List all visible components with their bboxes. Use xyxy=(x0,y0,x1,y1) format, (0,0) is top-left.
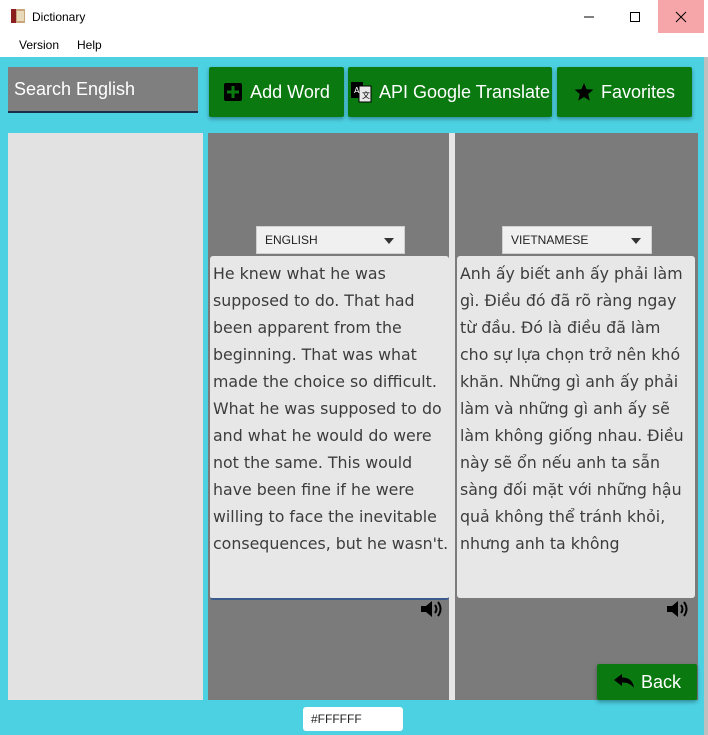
minimize-icon xyxy=(584,16,594,17)
chevron-down-icon xyxy=(384,238,394,244)
favorites-label: Favorites xyxy=(600,81,676,102)
add-word-button[interactable]: Add Word xyxy=(209,67,344,117)
menu-help[interactable]: Help xyxy=(77,38,102,52)
back-label: Back xyxy=(640,671,682,692)
star-icon xyxy=(574,83,594,101)
close-button[interactable] xyxy=(658,0,704,33)
speaker-icon xyxy=(421,601,442,617)
window-edge xyxy=(704,57,708,735)
menu-version[interactable]: Version xyxy=(19,38,59,52)
panel-divider[interactable] xyxy=(449,133,455,700)
target-language-select[interactable]: VIETNAMESE xyxy=(502,226,652,254)
source-text-area[interactable]: He knew what he was supposed to do. That… xyxy=(210,256,449,600)
source-language-value: ENGLISH xyxy=(265,233,318,247)
svg-text:A: A xyxy=(354,86,360,95)
target-text-area[interactable]: Anh ấy biết anh ấy phải làm gì. Điều đó … xyxy=(457,256,695,598)
target-speaker-button[interactable] xyxy=(665,598,691,620)
minimize-button[interactable] xyxy=(566,0,612,33)
maximize-button[interactable] xyxy=(612,0,658,33)
api-google-translate-label: API Google Translate xyxy=(378,81,551,102)
add-word-label: Add Word xyxy=(250,81,330,102)
back-button[interactable]: Back xyxy=(597,664,697,700)
speaker-icon xyxy=(667,601,688,617)
search-box xyxy=(8,67,198,113)
close-icon xyxy=(675,11,687,22)
source-speaker-button[interactable] xyxy=(419,598,445,620)
word-list[interactable] xyxy=(8,133,203,700)
favorites-button[interactable]: Favorites xyxy=(557,67,692,117)
search-input[interactable] xyxy=(14,77,190,101)
svg-text:文: 文 xyxy=(362,90,370,100)
color-picker-field[interactable]: #FFFFFF xyxy=(303,707,403,731)
source-language-select[interactable]: ENGLISH xyxy=(256,226,405,254)
maximize-icon xyxy=(630,11,640,22)
window-title: Dictionary xyxy=(32,10,86,24)
app-book-icon xyxy=(10,8,26,24)
target-language-value: VIETNAMESE xyxy=(511,233,589,247)
plus-square-icon xyxy=(224,83,243,101)
translate-icon: A 文 xyxy=(350,82,372,103)
menu-bar xyxy=(0,33,708,57)
back-arrow-icon xyxy=(613,674,634,688)
api-google-translate-button[interactable]: A 文 API Google Translate xyxy=(348,67,552,117)
chevron-down-icon xyxy=(631,238,641,244)
